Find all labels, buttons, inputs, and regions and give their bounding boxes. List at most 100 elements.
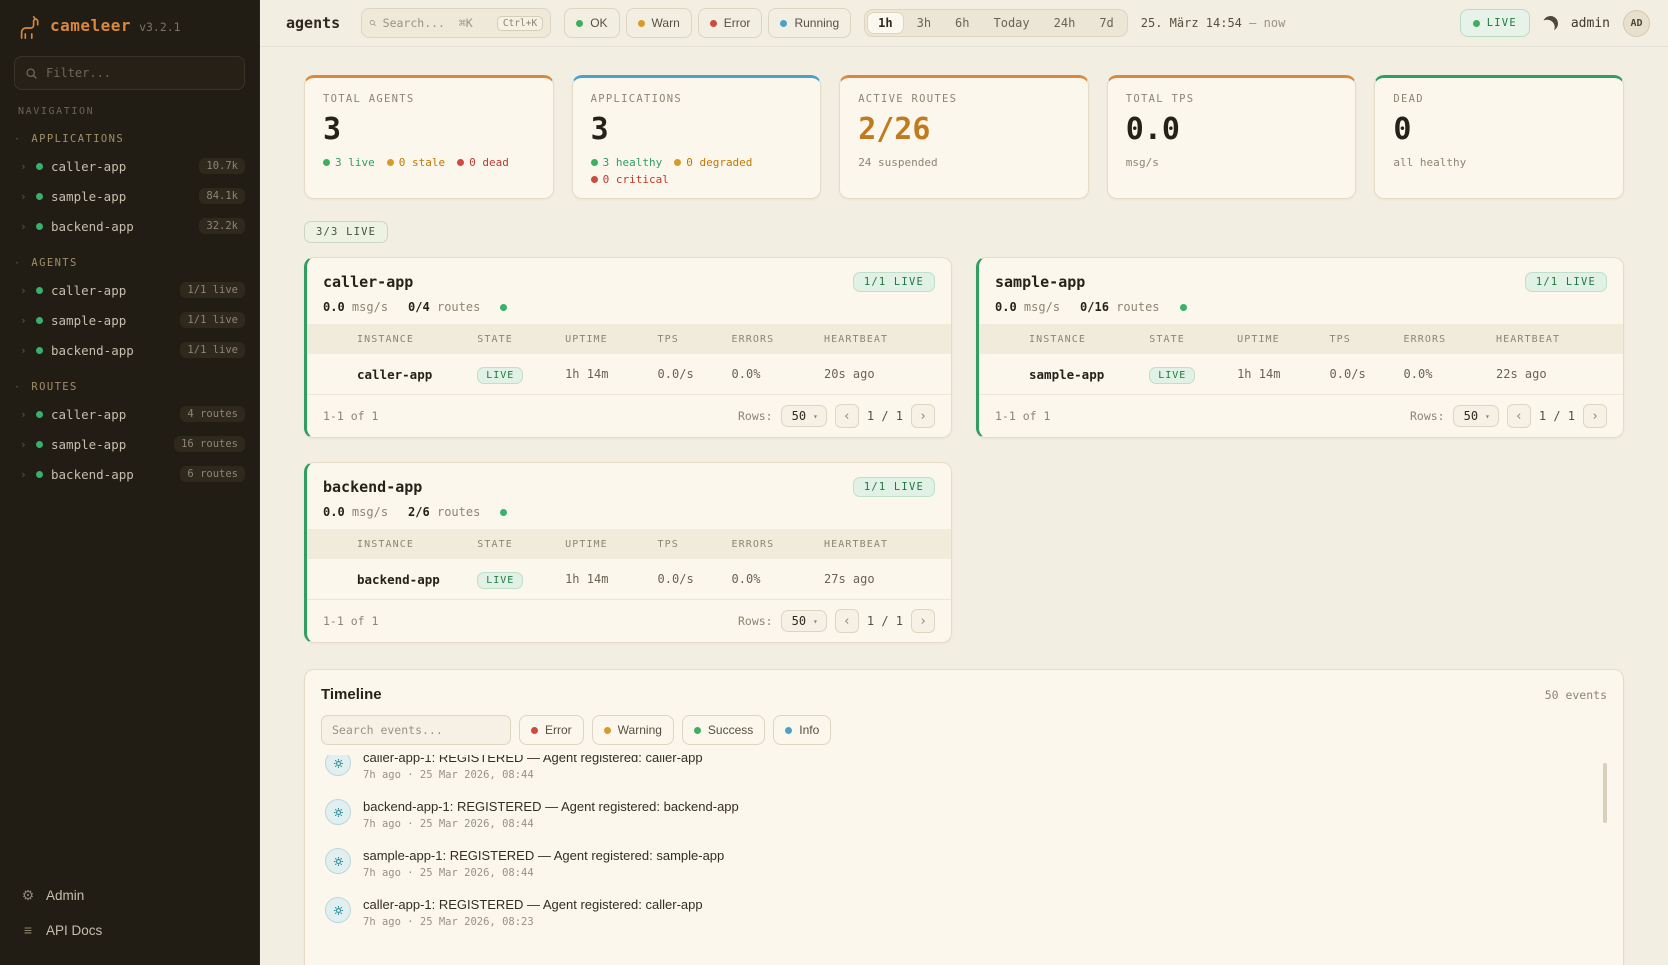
table-footer: 1-1 of 1 Rows: 50 ▾ ‹ 1 / 1 ›	[307, 394, 951, 437]
next-page-button[interactable]: ›	[911, 609, 935, 633]
sidebar-item-agents-sample-app[interactable]: › sample-app 1/1 live	[0, 305, 259, 335]
section-marker: ·	[14, 382, 21, 393]
rows-per-page-select[interactable]: 50 ▾	[781, 610, 827, 632]
cell-instance: backend-app	[357, 572, 477, 587]
section-applications: · APPLICATIONS › caller-app 10.7k › samp…	[0, 127, 259, 241]
rows-value: 50	[792, 614, 806, 628]
event-time: 7h ago · 25 Mar 2026, 08:44	[363, 769, 703, 781]
timeline-chip-info[interactable]: Info	[773, 715, 831, 745]
range-6h[interactable]: 6h	[944, 12, 980, 34]
routes-unit: routes	[437, 505, 480, 519]
sidebar-item-api-docs[interactable]: ≡ API Docs	[0, 913, 259, 947]
event-row[interactable]: backend-app-1: REGISTERED — Agent regist…	[321, 790, 1607, 839]
search-icon	[25, 67, 38, 80]
live-summary-badge: 3/3 LIVE	[304, 221, 388, 243]
range-today[interactable]: Today	[983, 12, 1041, 34]
status-dot	[36, 193, 43, 200]
sidebar-item-agents-backend-app[interactable]: › backend-app 1/1 live	[0, 335, 259, 365]
section-header-agents[interactable]: · AGENTS	[0, 251, 259, 275]
range-7d[interactable]: 7d	[1088, 12, 1124, 34]
running-dot-icon	[780, 20, 787, 27]
event-row[interactable]: caller-app-1: REGISTERED — Agent registe…	[321, 888, 1607, 931]
item-label: backend-app	[51, 467, 172, 482]
timeline-scrollbar[interactable]	[1603, 763, 1607, 823]
avatar[interactable]: AD	[1623, 10, 1650, 37]
event-row[interactable]: caller-app-1: REGISTERED — Agent registe…	[321, 755, 1607, 790]
chip-label: Warning	[618, 723, 662, 737]
item-badge: 16 routes	[174, 436, 245, 452]
sidebar-item-routes-sample-app[interactable]: › sample-app 16 routes	[0, 429, 259, 459]
tps-unit: msg/s	[352, 505, 388, 519]
stat-sub: 3 live 0 stale 0 dead	[323, 156, 535, 169]
sidebar-item-admin[interactable]: ⚙ Admin	[0, 878, 259, 913]
agent-gear-icon	[325, 897, 351, 923]
timeline-search-input[interactable]	[332, 723, 500, 737]
range-24h[interactable]: 24h	[1043, 12, 1087, 34]
app-card-sample-app: sample-app 1/1 LIVE 0.0 msg/s 0/16 route…	[976, 257, 1624, 438]
time-window-start: 25. März 14:54	[1141, 16, 1242, 30]
dark-mode-toggle-moon-icon[interactable]	[1541, 14, 1559, 32]
sub-text: 0 stale	[399, 156, 445, 169]
next-page-button[interactable]: ›	[1583, 404, 1607, 428]
degraded-dot-icon	[674, 159, 681, 166]
live-status-badge[interactable]: LIVE	[1460, 9, 1530, 37]
nav-label: NAVIGATION	[0, 100, 259, 127]
rows-per-page-select[interactable]: 50 ▾	[1453, 405, 1499, 427]
item-badge: 84.1k	[199, 188, 245, 204]
timeline-chip-warning[interactable]: Warning	[592, 715, 674, 745]
stat-sub: 3 healthy 0 degraded 0 critical	[591, 156, 803, 186]
cell-uptime: 1h 14m	[565, 572, 657, 586]
time-range-group: 1h 3h 6h Today 24h 7d	[864, 9, 1128, 37]
item-label: sample-app	[51, 189, 191, 204]
prev-page-button[interactable]: ‹	[835, 404, 859, 428]
filter-chip-error[interactable]: Error	[698, 8, 763, 38]
status-dot	[36, 411, 43, 418]
global-search[interactable]: Ctrl+K	[361, 8, 551, 38]
topbar: agents Ctrl+K OK Warn Error	[260, 0, 1668, 47]
range-1h[interactable]: 1h	[867, 12, 903, 34]
next-page-button[interactable]: ›	[911, 404, 935, 428]
event-title: sample-app-1: REGISTERED — Agent registe…	[363, 848, 724, 863]
section-header-routes[interactable]: · ROUTES	[0, 375, 259, 399]
event-row[interactable]: sample-app-1: REGISTERED — Agent registe…	[321, 839, 1607, 888]
table-header: INSTANCE STATE UPTIME TPS ERRORS HEARTBE…	[979, 324, 1623, 354]
prev-page-button[interactable]: ‹	[1507, 404, 1531, 428]
sidebar-item-applications-caller-app[interactable]: › caller-app 10.7k	[0, 151, 259, 181]
admin-label: Admin	[46, 888, 84, 903]
global-search-input[interactable]	[383, 16, 491, 30]
timeline-search[interactable]	[321, 715, 511, 745]
item-label: caller-app	[51, 283, 172, 298]
live-label: LIVE	[1487, 17, 1517, 29]
timeline-events-viewport[interactable]: caller-app-1: REGISTERED — Agent registe…	[321, 755, 1607, 931]
chip-label: Error	[724, 16, 751, 30]
cell-heartbeat: 22s ago	[1496, 367, 1607, 381]
col-uptime: UPTIME	[565, 539, 657, 550]
table-row[interactable]: caller-app LIVE 1h 14m 0.0/s 0.0% 20s ag…	[307, 354, 951, 394]
table-row[interactable]: sample-app LIVE 1h 14m 0.0/s 0.0% 22s ag…	[979, 354, 1623, 394]
section-header-applications[interactable]: · APPLICATIONS	[0, 127, 259, 151]
chip-label: Success	[708, 723, 753, 737]
routes-value: 0/16	[1080, 300, 1109, 314]
rows-per-page-select[interactable]: 50 ▾	[781, 405, 827, 427]
timeline-chip-error[interactable]: Error	[519, 715, 584, 745]
filter-chip-warn[interactable]: Warn	[626, 8, 692, 38]
prev-page-button[interactable]: ‹	[835, 609, 859, 633]
range-3h[interactable]: 3h	[906, 12, 942, 34]
sidebar-item-applications-backend-app[interactable]: › backend-app 32.2k	[0, 211, 259, 241]
sidebar-item-applications-sample-app[interactable]: › sample-app 84.1k	[0, 181, 259, 211]
section-marker: ·	[14, 134, 21, 145]
sidebar-item-routes-caller-app[interactable]: › caller-app 4 routes	[0, 399, 259, 429]
table-row[interactable]: backend-app LIVE 1h 14m 0.0/s 0.0% 27s a…	[307, 559, 951, 599]
filter-chip-ok[interactable]: OK	[564, 8, 619, 38]
filter-chip-running[interactable]: Running	[768, 8, 851, 38]
timeline-chip-success[interactable]: Success	[682, 715, 765, 745]
sidebar-filter[interactable]	[14, 56, 245, 90]
sidebar-item-routes-backend-app[interactable]: › backend-app 6 routes	[0, 459, 259, 489]
col-tps: TPS	[1330, 334, 1404, 345]
sidebar-item-agents-caller-app[interactable]: › caller-app 1/1 live	[0, 275, 259, 305]
sub-text: 0 dead	[469, 156, 509, 169]
rows-value: 50	[1464, 409, 1478, 423]
status-filter-chips: OK Warn Error Running	[564, 8, 851, 38]
sidebar-filter-input[interactable]	[46, 66, 234, 80]
status-dot	[36, 441, 43, 448]
